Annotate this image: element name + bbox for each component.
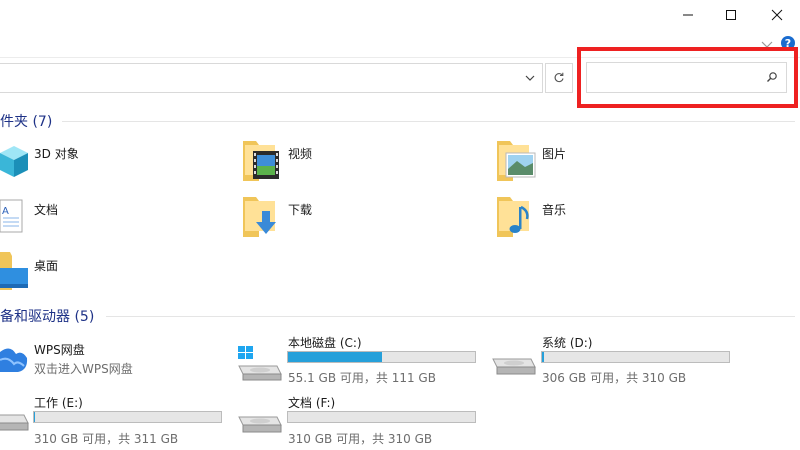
refresh-button[interactable]	[545, 63, 573, 93]
drive-label-d[interactable]: 系统 (D:)	[542, 334, 592, 351]
search-icon[interactable]	[766, 71, 778, 83]
drive-usage-bar-e	[33, 411, 222, 423]
minimize-button[interactable]	[665, 0, 711, 30]
folder-label-videos[interactable]: 视频	[288, 145, 312, 162]
drive-usage-fill-e	[34, 412, 35, 422]
drive-label-wps[interactable]: WPS网盘	[34, 341, 85, 358]
videos-folder-icon[interactable]	[243, 139, 281, 186]
close-button[interactable]	[754, 0, 800, 30]
refresh-icon	[554, 72, 564, 83]
desktop-folder-icon[interactable]	[0, 250, 30, 295]
maximize-button[interactable]	[708, 0, 754, 30]
chevron-down-icon	[525, 75, 535, 81]
search-input[interactable]	[591, 63, 765, 92]
folder-label-downloads[interactable]: 下载	[288, 201, 312, 218]
pictures-folder-icon[interactable]	[497, 139, 537, 186]
drive-sub-e: 310 GB 可用，共 311 GB	[34, 432, 179, 446]
documents-folder-icon[interactable]: A	[0, 196, 24, 239]
folder-label-3d-objects[interactable]: 3D 对象	[34, 145, 79, 162]
windows-drive-icon[interactable]	[237, 346, 283, 385]
music-folder-icon[interactable]	[497, 195, 535, 242]
drive-usage-bar-d	[541, 351, 730, 363]
drive-icon[interactable]	[0, 411, 30, 440]
maximize-icon	[726, 10, 736, 20]
drive-sub-c: 55.1 GB 可用，共 111 GB	[288, 371, 436, 385]
downloads-folder-icon[interactable]	[243, 195, 281, 242]
search-box[interactable]	[586, 62, 787, 93]
drive-usage-fill-c	[288, 352, 382, 362]
drive-label-f[interactable]: 文档 (F:)	[288, 394, 335, 411]
drive-label-e[interactable]: 工作 (E:)	[34, 394, 83, 411]
folder-label-desktop[interactable]: 桌面	[34, 257, 58, 274]
drive-icon[interactable]	[491, 355, 537, 384]
drive-icon[interactable]	[237, 413, 283, 442]
drive-usage-fill-d	[542, 352, 545, 362]
section-divider	[62, 121, 795, 122]
folders-section-title[interactable]: 件夹 (7)	[0, 111, 52, 131]
drive-sub-wps: 双击进入WPS网盘	[34, 362, 133, 376]
drive-usage-bar-f	[287, 411, 476, 423]
drive-usage-bar-c	[287, 351, 476, 363]
folder-label-documents[interactable]: 文档	[34, 201, 58, 218]
close-icon	[771, 9, 783, 21]
3d-objects-folder-icon[interactable]	[0, 141, 30, 186]
wps-cloud-icon[interactable]	[0, 336, 28, 379]
drive-label-c[interactable]: 本地磁盘 (C:)	[288, 334, 362, 351]
folder-label-music[interactable]: 音乐	[542, 201, 566, 218]
svg-text:A: A	[2, 206, 9, 217]
address-history-button[interactable]	[518, 64, 542, 92]
devices-section-title[interactable]: 备和驱动器 (5)	[0, 306, 94, 326]
section-divider	[106, 316, 795, 317]
minimize-icon	[683, 14, 693, 16]
drive-sub-f: 310 GB 可用，共 310 GB	[288, 432, 433, 446]
folder-label-pictures[interactable]: 图片	[542, 145, 566, 162]
drive-sub-d: 306 GB 可用，共 310 GB	[542, 371, 687, 385]
address-bar[interactable]	[0, 63, 543, 93]
